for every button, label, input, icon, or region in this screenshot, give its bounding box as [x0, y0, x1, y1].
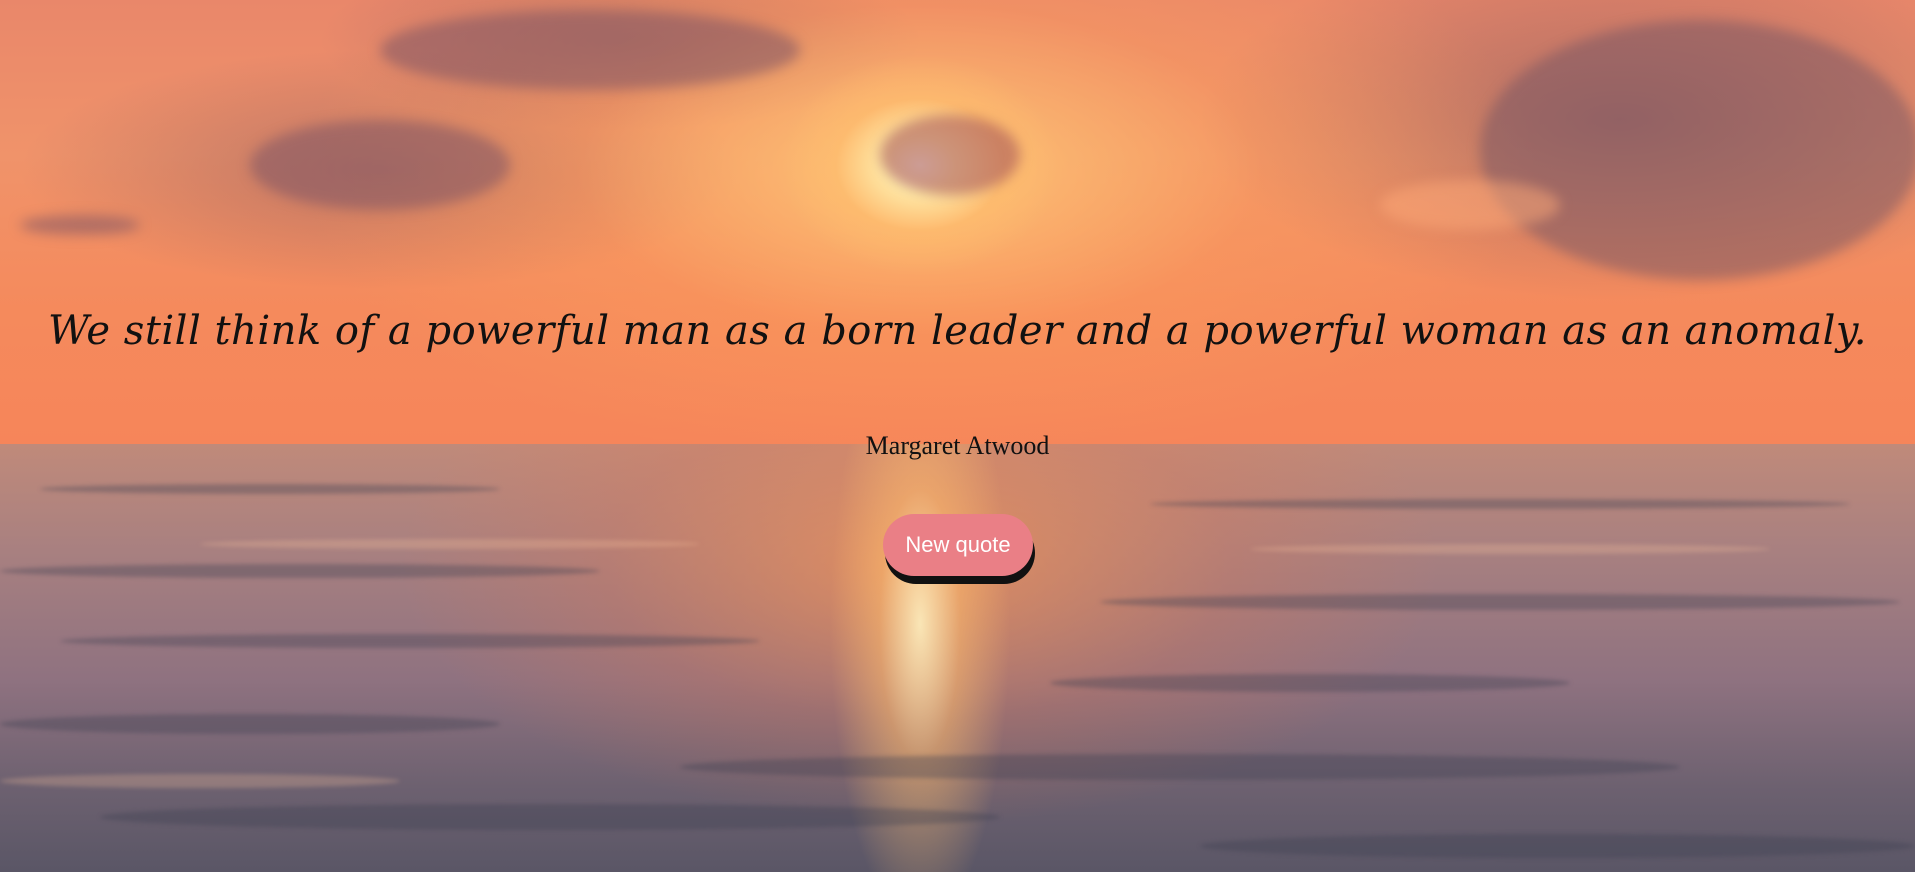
quote-text: We still think of a powerful man as a bo… [48, 308, 1867, 354]
new-quote-button[interactable]: New quote [883, 514, 1033, 576]
quote-author: Margaret Atwood [865, 431, 1050, 460]
quote-box: We still think of a powerful man as a bo… [0, 0, 1915, 872]
